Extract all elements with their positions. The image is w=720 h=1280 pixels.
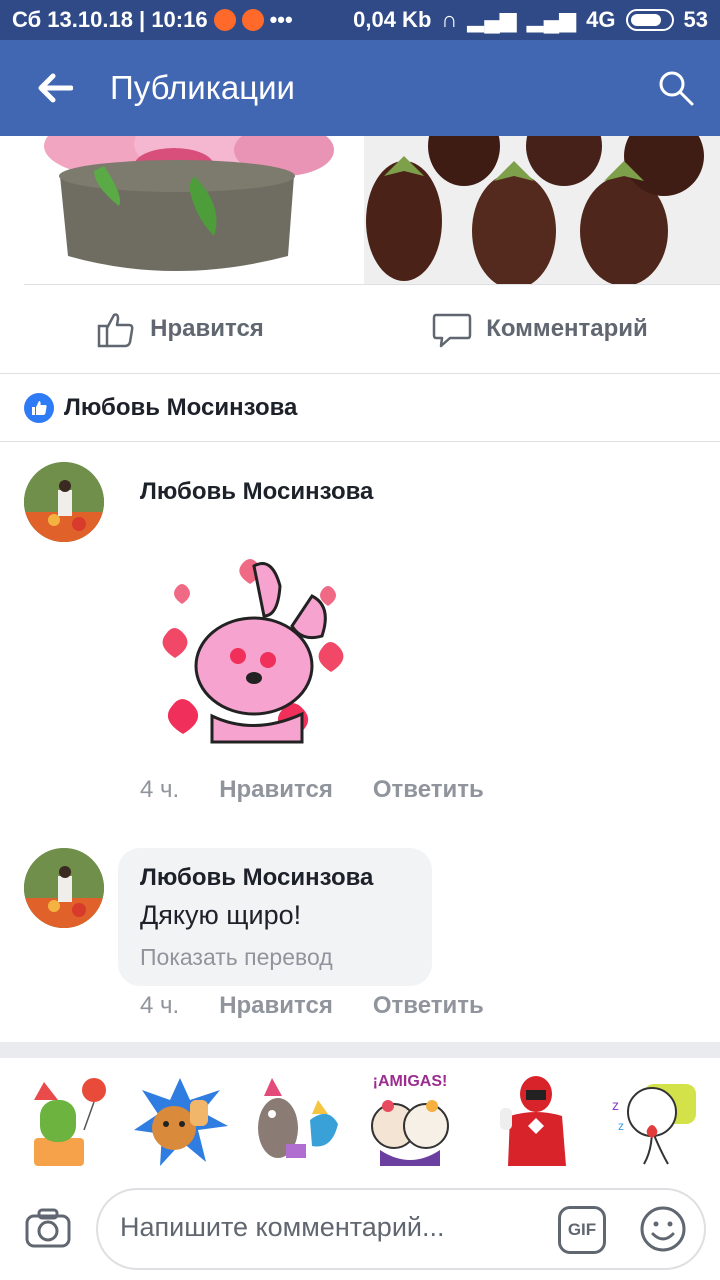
camera-icon[interactable]	[24, 1204, 72, 1252]
signal-icon: ▂▄▆	[467, 7, 517, 32]
section-separator	[0, 1042, 720, 1058]
amigas-sticker[interactable]: ¡AMIGAS!	[360, 1070, 460, 1170]
avatar-photo	[24, 462, 104, 542]
like-label: Нравится	[150, 315, 264, 342]
app-bar: Публикации	[0, 40, 720, 136]
battery-level: 53	[683, 7, 708, 32]
headphones-icon: ∩	[441, 7, 458, 32]
network-speed: 0,04 Kb	[353, 7, 432, 32]
show-translation-link[interactable]: Показать перевод	[140, 944, 333, 971]
comment-meta: 4 ч. Нравится Ответить	[140, 776, 484, 804]
status-datetime: Сб 13.10.18 | 10:16	[12, 7, 208, 32]
svg-text:z: z	[618, 1119, 624, 1133]
sticker-suggestions: ¡AMIGAS! z z	[0, 1062, 720, 1178]
comment-button[interactable]: Комментарий	[360, 285, 720, 373]
post-images	[24, 136, 720, 284]
status-bar: Сб 13.10.18 | 10:16 ••• 0,04 Kb ∩ ▂▄▆ ▂▄…	[0, 0, 720, 40]
post-action-bar: Нравится Комментарий	[0, 285, 720, 373]
bunny-heart-sticker[interactable]	[162, 546, 352, 746]
liker-name: Любовь Мосинзова	[64, 394, 298, 421]
back-arrow-icon	[38, 73, 73, 103]
comment-time: 4 ч.	[140, 776, 180, 803]
like-button[interactable]: Нравится	[0, 285, 360, 373]
cactus-sticker[interactable]	[14, 1070, 114, 1170]
comment-author[interactable]: Любовь Мосинзова	[140, 478, 373, 506]
amigas-text: ¡AMIGAS!	[373, 1073, 448, 1090]
chocolate-strawberries-image[interactable]	[364, 136, 720, 284]
comment-time: 4 ч.	[140, 992, 180, 1019]
svg-text:z: z	[612, 1097, 619, 1113]
divider	[0, 441, 720, 442]
network-type: 4G	[586, 7, 616, 32]
puppy-thumbs-up-sticker[interactable]	[130, 1070, 230, 1170]
comment-bubble-icon	[432, 313, 472, 348]
back-button[interactable]	[0, 40, 110, 136]
comment-author[interactable]: Любовь Мосинзова	[140, 864, 373, 892]
liked-by-row[interactable]: Любовь Мосинзова	[24, 374, 297, 442]
comment-text: Дякую щиро!	[140, 900, 302, 930]
comment-like-link[interactable]: Нравится	[219, 992, 333, 1020]
page-title: Публикации	[110, 69, 295, 106]
emoji-icon[interactable]	[638, 1204, 688, 1254]
signal-icon-2: ▂▄▆	[526, 7, 577, 32]
red-ranger-sticker[interactable]	[488, 1070, 588, 1170]
sleepy-pillow-sticker[interactable]: z z	[604, 1070, 704, 1170]
like-reaction-icon	[24, 393, 54, 423]
comment-input[interactable]: Напишите комментарий... GIF	[96, 1188, 706, 1270]
status-more-icon: •••	[269, 7, 293, 32]
avatar-photo	[24, 848, 104, 928]
comment-input-placeholder: Напишите комментарий...	[120, 1212, 445, 1242]
notification-app-icon	[213, 9, 236, 31]
comment-composer: Напишите комментарий... GIF	[0, 1186, 720, 1280]
thumbs-up-icon	[97, 313, 134, 348]
avatar[interactable]	[24, 462, 104, 542]
comment-reply-link[interactable]: Ответить	[373, 776, 484, 804]
party-animals-sticker[interactable]	[248, 1070, 348, 1170]
comment-reply-link[interactable]: Ответить	[373, 992, 484, 1020]
comment-like-link[interactable]: Нравится	[219, 776, 333, 804]
gif-button[interactable]: GIF	[558, 1206, 606, 1254]
flower-box-image[interactable]	[24, 136, 360, 284]
soundcloud-icon	[241, 9, 264, 31]
comment-label: Комментарий	[486, 315, 648, 342]
comment-meta: 4 ч. Нравится Ответить	[140, 992, 484, 1020]
avatar[interactable]	[24, 848, 104, 928]
battery-icon	[625, 9, 674, 31]
flower-box-graphic	[44, 136, 334, 271]
strawberries-graphic	[364, 136, 720, 284]
search-icon[interactable]	[656, 68, 696, 108]
